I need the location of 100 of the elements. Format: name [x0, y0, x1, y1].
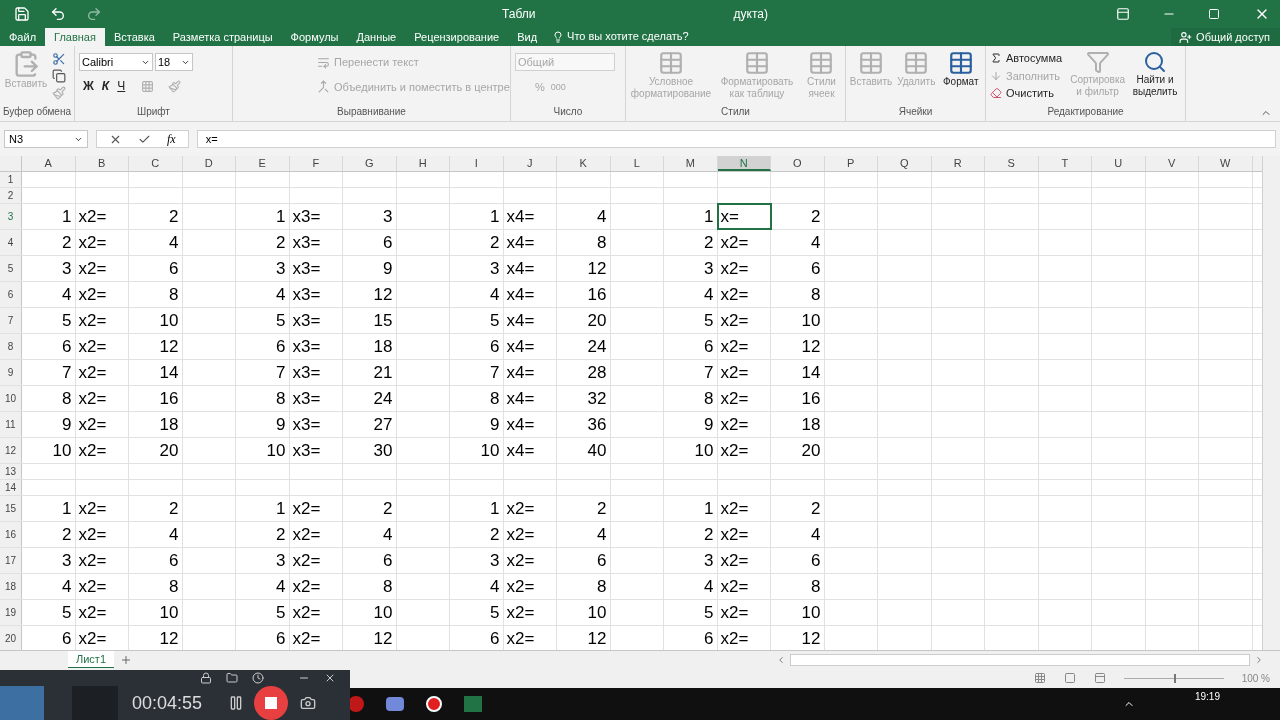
row-header[interactable]: 11: [0, 412, 22, 437]
column-header[interactable]: S: [985, 156, 1039, 171]
name-box[interactable]: N3: [4, 130, 88, 148]
font-name-field[interactable]: Calibri: [79, 53, 153, 71]
row-header[interactable]: 7: [0, 308, 22, 333]
scroll-left-icon[interactable]: [776, 654, 786, 665]
camera-icon[interactable]: [300, 695, 317, 711]
zoom-slider-thumb[interactable]: [1173, 673, 1176, 683]
clock[interactable]: 19:19: [1194, 689, 1220, 704]
row-header[interactable]: 2: [0, 188, 22, 203]
row-header[interactable]: 18: [0, 574, 22, 599]
column-header[interactable]: F: [289, 156, 343, 171]
clock-icon[interactable]: [252, 672, 264, 684]
column-header[interactable]: J: [503, 156, 557, 171]
table-cell: 5: [450, 600, 504, 625]
column-header[interactable]: W: [1199, 156, 1253, 171]
vertical-scrollbar[interactable]: [1262, 156, 1280, 650]
table-cell: x3=: [289, 334, 343, 359]
scroll-right-icon[interactable]: [1254, 654, 1264, 665]
column-header[interactable]: E: [236, 156, 290, 171]
row-header[interactable]: 19: [0, 600, 22, 625]
table-cell: 5: [664, 600, 718, 625]
row-header[interactable]: 5: [0, 256, 22, 281]
row-header[interactable]: 9: [0, 360, 22, 385]
table-cell: 20: [771, 438, 825, 463]
font-size-field[interactable]: 18: [155, 53, 193, 71]
ribbon-tab[interactable]: Файл: [0, 28, 46, 46]
ribbon-display-icon[interactable]: [1116, 7, 1130, 21]
function-button[interactable]: fx: [167, 130, 176, 148]
table-cell: x2=: [75, 496, 129, 521]
ribbon-tab[interactable]: Рецензирование: [405, 28, 509, 46]
undo-icon[interactable]: [50, 6, 66, 22]
sheet-tab[interactable]: Лист1: [68, 650, 115, 669]
row-header[interactable]: 14: [0, 480, 22, 495]
column-header[interactable]: M: [664, 156, 718, 171]
column-header[interactable]: G: [343, 156, 397, 171]
column-header[interactable]: V: [1145, 156, 1199, 171]
lock-icon[interactable]: [200, 672, 212, 684]
row-header[interactable]: 13: [0, 464, 22, 479]
save-icon[interactable]: [14, 6, 30, 22]
close-icon[interactable]: [324, 672, 336, 684]
row-header[interactable]: 3: [0, 204, 22, 229]
editing-button[interactable]: Автосумма: [990, 50, 1067, 67]
row-header[interactable]: 4: [0, 230, 22, 255]
ribbon-tab[interactable]: Главная: [45, 28, 105, 46]
column-header[interactable]: L: [610, 156, 664, 171]
table-cell: 9: [664, 412, 718, 437]
column-header[interactable]: Q: [878, 156, 932, 171]
column-header[interactable]: O: [771, 156, 825, 171]
column-header[interactable]: N: [717, 156, 771, 171]
ribbon-button[interactable]: Найти и выделить: [1129, 50, 1181, 98]
copy-icon[interactable]: [52, 69, 66, 83]
row-header[interactable]: 6: [0, 282, 22, 307]
add-sheet-icon[interactable]: [120, 653, 133, 666]
bold-button[interactable]: Ж: [83, 77, 94, 95]
row-header[interactable]: 20: [0, 626, 22, 650]
chat-app-icon[interactable]: [386, 697, 404, 711]
ribbon-tab[interactable]: Данные: [347, 28, 406, 46]
cut-icon[interactable]: [52, 52, 66, 66]
column-header[interactable]: R: [931, 156, 985, 171]
folder-icon[interactable]: [226, 672, 238, 684]
column-header[interactable]: K: [557, 156, 611, 171]
table-cell: 12: [343, 282, 397, 307]
row-header[interactable]: 15: [0, 496, 22, 521]
ribbon-tab[interactable]: Формулы: [281, 28, 348, 46]
column-header[interactable]: D: [182, 156, 236, 171]
column-header[interactable]: B: [75, 156, 129, 171]
stop-button[interactable]: [254, 686, 289, 720]
row-header[interactable]: 12: [0, 438, 22, 463]
column-header[interactable]: H: [396, 156, 450, 171]
ribbon-tab[interactable]: Разметка страницы: [163, 28, 282, 46]
record-app-icon[interactable]: [426, 696, 442, 712]
row-header[interactable]: 1: [0, 172, 22, 187]
ribbon-button[interactable]: Формат: [940, 50, 981, 88]
row-header[interactable]: 10: [0, 386, 22, 411]
share-button[interactable]: Общий доступ: [1171, 28, 1280, 46]
tell-me-field[interactable]: Что вы хотите сделать?: [567, 28, 689, 46]
window-title: Табли: [502, 6, 536, 23]
normal-view-icon[interactable]: [1033, 672, 1046, 684]
column-header[interactable]: P: [824, 156, 878, 171]
ribbon-tab[interactable]: Вставка: [104, 28, 164, 46]
table-cell: 3: [343, 204, 397, 229]
row-header[interactable]: 8: [0, 334, 22, 359]
row-header[interactable]: 16: [0, 522, 22, 547]
italic-button[interactable]: К: [101, 77, 110, 95]
page-break-icon[interactable]: [1093, 672, 1106, 684]
column-header[interactable]: I: [450, 156, 504, 171]
underline-button[interactable]: Ч: [117, 77, 126, 95]
table-cell: x2=: [717, 412, 771, 437]
maximize-icon[interactable]: [1208, 8, 1220, 20]
ribbon-tab[interactable]: Вид: [508, 28, 547, 46]
column-header[interactable]: A: [22, 156, 76, 171]
horizontal-scrollbar[interactable]: [790, 653, 1250, 666]
editing-button[interactable]: Очистить: [990, 85, 1067, 102]
page-layout-icon[interactable]: [1063, 672, 1076, 684]
formula-field[interactable]: x=: [196, 130, 1276, 148]
row-header[interactable]: 17: [0, 548, 22, 573]
column-header[interactable]: U: [1092, 156, 1146, 171]
column-header[interactable]: T: [1038, 156, 1092, 171]
column-header[interactable]: C: [129, 156, 183, 171]
